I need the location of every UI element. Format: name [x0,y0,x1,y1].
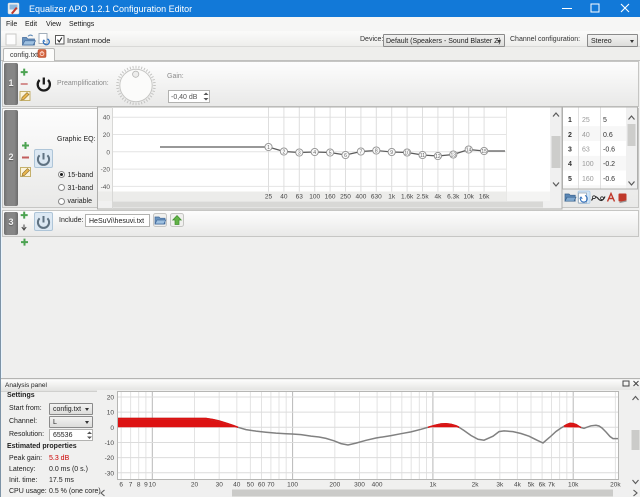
svg-text:-20: -20 [105,455,115,462]
svg-text:5k: 5k [528,482,536,489]
svg-text:2k: 2k [472,482,480,489]
svg-text:6: 6 [119,482,123,489]
svg-text:100: 100 [287,482,298,489]
svg-text:20: 20 [191,482,199,489]
svg-text:200: 200 [329,482,340,489]
svg-text:0: 0 [110,425,114,432]
svg-text:7: 7 [129,482,133,489]
svg-text:20k: 20k [610,482,621,489]
svg-text:20: 20 [107,395,115,402]
svg-text:300: 300 [354,482,365,489]
svg-text:70: 70 [267,482,275,489]
svg-text:60: 60 [258,482,266,489]
svg-text:10: 10 [149,482,157,489]
svg-text:4k: 4k [514,482,522,489]
svg-text:30: 30 [216,482,224,489]
svg-text:40: 40 [233,482,241,489]
svg-text:50: 50 [247,482,255,489]
svg-text:-10: -10 [105,440,115,447]
svg-text:3k: 3k [496,482,504,489]
svg-text:6k: 6k [539,482,547,489]
svg-text:400: 400 [372,482,383,489]
svg-text:7k: 7k [548,482,556,489]
svg-text:1k: 1k [429,482,437,489]
svg-text:8: 8 [137,482,141,489]
svg-text:10k: 10k [568,482,579,489]
svg-text:10: 10 [107,410,115,417]
svg-text:-30: -30 [105,470,115,477]
svg-text:9: 9 [144,482,148,489]
